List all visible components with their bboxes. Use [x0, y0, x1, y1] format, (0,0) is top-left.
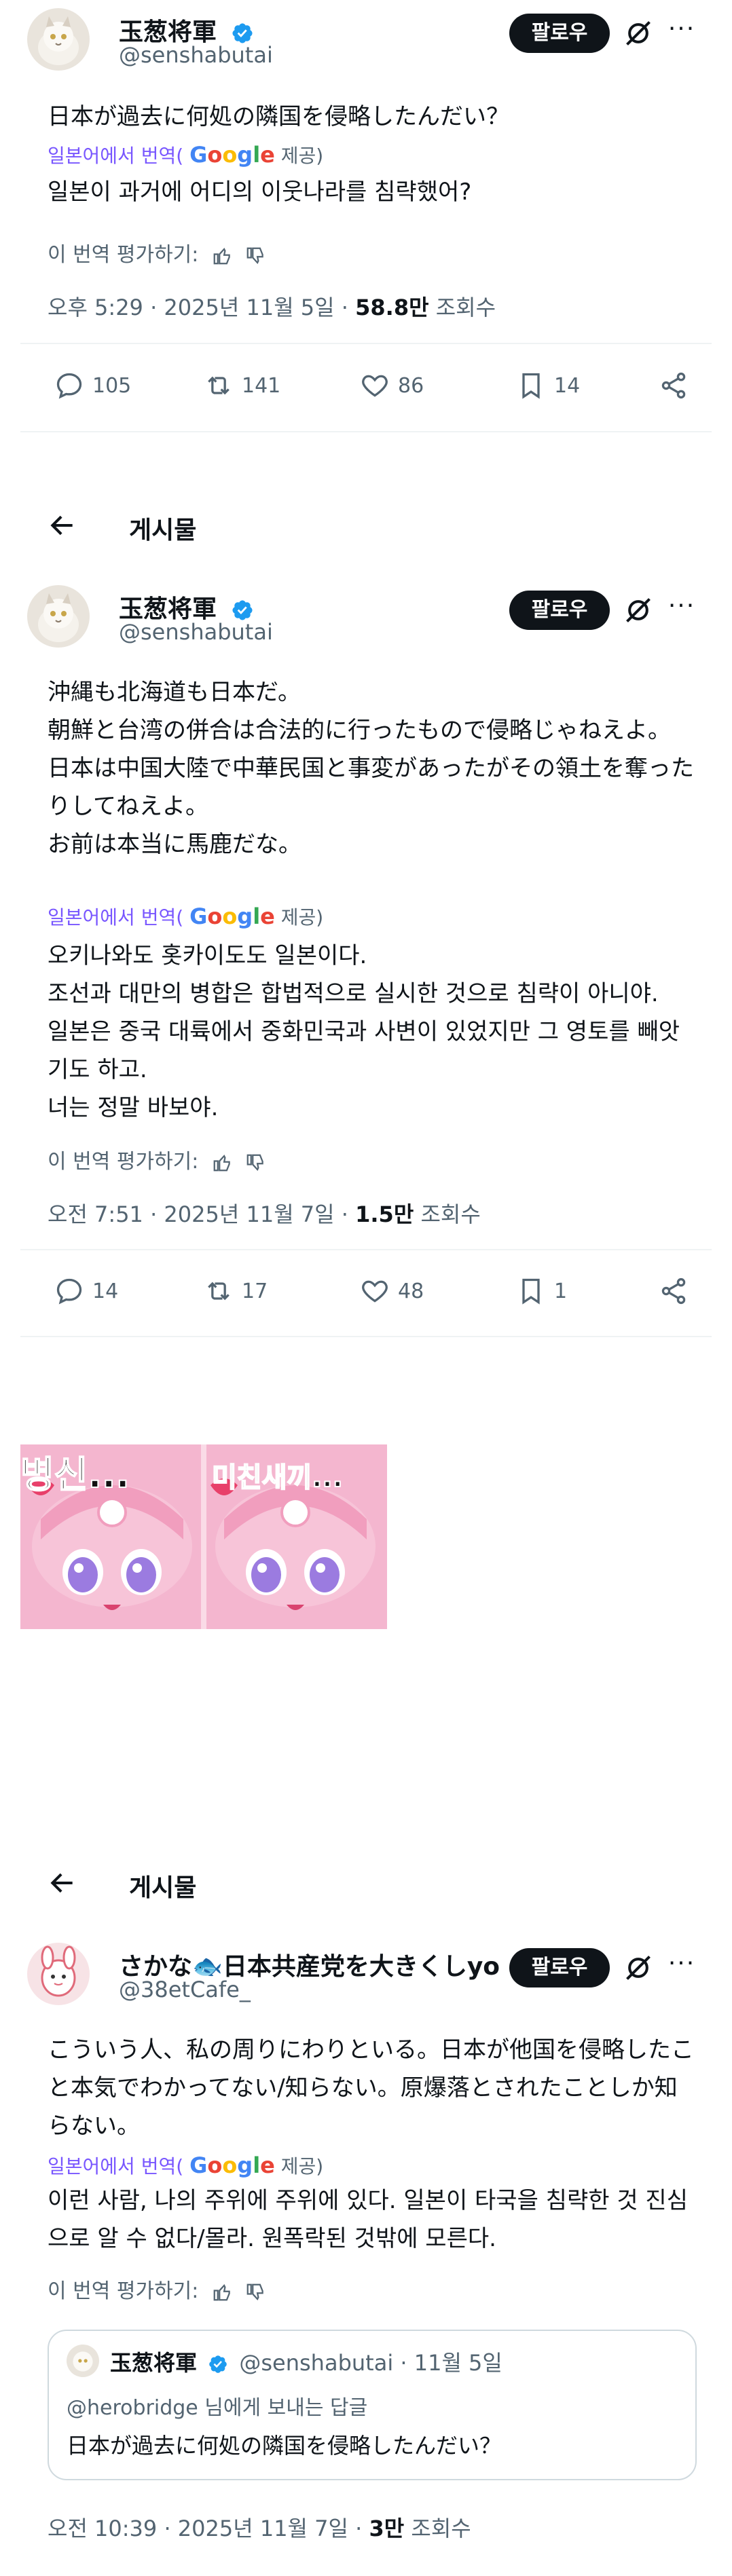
- google-logo-text: Google: [189, 142, 275, 168]
- more-icon[interactable]: ···: [664, 15, 699, 45]
- google-logo-text: Google: [189, 2152, 275, 2178]
- meme-left-caption: 병신...: [20, 1453, 130, 1497]
- post-text: こういう人、私の周りにわりといる。日本が他国を侵略したこと本気でわかってない/知…: [48, 2036, 694, 2140]
- more-icon[interactable]: ···: [664, 592, 699, 622]
- reply-button[interactable]: 14: [54, 1271, 118, 1311]
- heart-icon: [362, 1280, 388, 1303]
- follow-button[interactable]: 팔로우: [509, 591, 610, 630]
- divider: [20, 1249, 712, 1250]
- follow-button[interactable]: 팔로우: [509, 14, 610, 53]
- page-title: 게시물: [129, 517, 197, 544]
- post-meta: 오전 7:51 · 2025년 11월 7일 · 1.5만 조회수: [48, 1201, 481, 1227]
- action-bar: 105 141 86 14: [48, 365, 699, 406]
- grok-icon[interactable]: [623, 18, 653, 48]
- verified-badge-icon: [232, 600, 253, 620]
- rate-translation: 이 번역 평가하기:: [48, 2274, 266, 2304]
- author-handle[interactable]: @senshabutai: [119, 619, 273, 645]
- divider: [20, 431, 712, 432]
- page-title: 게시물: [129, 1874, 197, 1902]
- thumbs-up-icon[interactable]: [212, 2282, 232, 2302]
- bookmark-button[interactable]: 1: [516, 1271, 567, 1311]
- post-meta: 오전 10:39 · 2025년 11월 7일 · 3만 조회수: [48, 2516, 471, 2541]
- avatar[interactable]: [27, 8, 90, 71]
- meme-image: 병신... 미친새끼...: [20, 1444, 387, 1629]
- tweet-meta: 오후 5:29 · 2025년 11월 5일 · 58.8만 조회수: [48, 295, 496, 320]
- reply-icon: [56, 373, 82, 399]
- grok-icon[interactable]: [623, 595, 653, 625]
- quoted-header: 玉葱将軍 @senshabutai · 11월 5일: [110, 2350, 502, 2376]
- quoted-text: 日本が過去に何処の隣国を侵略したんだい？: [67, 2433, 502, 2459]
- avatar[interactable]: [27, 1943, 90, 2005]
- back-arrow-icon[interactable]: [48, 510, 77, 540]
- heart-icon: [362, 375, 388, 397]
- follow-button[interactable]: 팔로우: [509, 1948, 610, 1987]
- bookmark-icon: [522, 373, 540, 399]
- reply-button[interactable]: 105: [54, 365, 131, 406]
- author-handle[interactable]: @senshabutai: [119, 42, 273, 68]
- retweet-icon: [208, 1282, 230, 1301]
- share-icon: [661, 372, 686, 399]
- post-text: 沖縄も北海道も日本だ。 朝鮮と台湾の併合は合法的に行ったもので侵略じゃねえよ。 …: [48, 679, 694, 858]
- share-icon: [661, 1277, 686, 1305]
- retweet-button[interactable]: 17: [204, 1271, 268, 1311]
- share-button[interactable]: [659, 365, 697, 406]
- author-handle[interactable]: @38etCafe_: [119, 1977, 251, 2002]
- translated-text: 일본이 과거에 어디의 이웃나라를 침략했어?: [48, 179, 472, 206]
- google-logo-text: Google: [189, 903, 275, 929]
- tweet-text: 日本が過去に何処の隣国を侵略したんだい？: [48, 103, 509, 130]
- verified-badge-icon: [209, 2355, 227, 2373]
- action-bar: 14 17 48 1: [48, 1271, 699, 1311]
- translation-source: 일본어에서 번역( Google 제공): [48, 903, 324, 929]
- back-arrow-icon[interactable]: [48, 1868, 77, 1898]
- rate-translation: 이 번역 평가하기:: [48, 1144, 266, 1174]
- reply-icon: [56, 1278, 82, 1305]
- share-button[interactable]: [659, 1271, 697, 1311]
- meme-right-caption: 미친새끼...: [211, 1461, 344, 1494]
- verified-badge-icon: [232, 23, 253, 43]
- translated-text: 오키나와도 홋카이도도 일본이다. 조선과 대만의 병합은 합법적으로 실시한 …: [48, 942, 680, 1121]
- translated-text: 이런 사람, 나의 주위에 주위에 있다. 일본이 타국을 침략한 것 진심으로…: [48, 2187, 688, 2252]
- divider: [20, 343, 712, 344]
- quoted-avatar: [67, 2345, 99, 2377]
- retweet-button[interactable]: 141: [204, 365, 280, 406]
- quoted-tweet[interactable]: 玉葱将軍 @senshabutai · 11월 5일 @herobridge 님…: [48, 2330, 697, 2480]
- quoted-reply-to: @herobridge 님에게 보내는 답글: [67, 2396, 368, 2420]
- more-icon[interactable]: ···: [664, 1949, 699, 1979]
- thumbs-up-icon[interactable]: [212, 1153, 232, 1173]
- like-button[interactable]: 86: [360, 365, 424, 406]
- avatar[interactable]: [27, 585, 90, 648]
- translation-source: 일본어에서 번역( Google 제공): [48, 142, 324, 168]
- retweet-icon: [208, 376, 230, 395]
- thumbs-down-icon[interactable]: [245, 2282, 266, 2302]
- bookmark-icon: [522, 1278, 540, 1305]
- translation-source: 일본어에서 번역( Google 제공): [48, 2152, 324, 2178]
- bookmark-button[interactable]: 14: [516, 365, 580, 406]
- thumbs-up-icon[interactable]: [212, 246, 232, 266]
- grok-icon[interactable]: [623, 1953, 653, 1983]
- rate-translation: 이 번역 평가하기:: [48, 238, 266, 267]
- divider: [20, 1336, 712, 1337]
- thumbs-down-icon[interactable]: [245, 1153, 266, 1173]
- like-button[interactable]: 48: [360, 1271, 424, 1311]
- thumbs-down-icon[interactable]: [245, 246, 266, 266]
